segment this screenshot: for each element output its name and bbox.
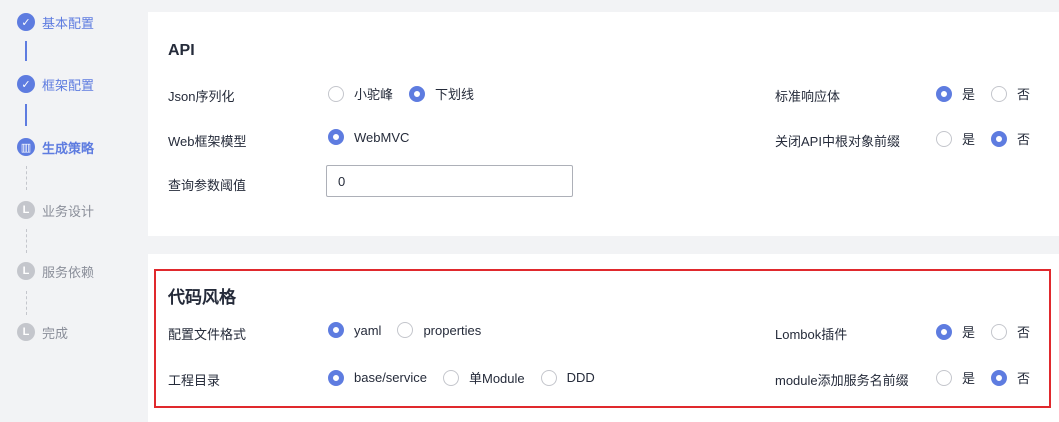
radio-circle[interactable] xyxy=(409,85,426,102)
step-generation-strategy[interactable]: ▥ 生成策略 xyxy=(17,137,94,157)
radio-circle[interactable] xyxy=(991,85,1008,102)
close-root-prefix-label: 关闭API中根对象前缀 xyxy=(775,134,900,149)
step-service-dependency[interactable]: L 服务依赖 xyxy=(17,261,94,281)
radio-circle[interactable] xyxy=(936,130,952,147)
step-label: 完成 xyxy=(42,325,69,341)
strategy-icon: ▥ xyxy=(17,138,35,156)
section-title-api: API xyxy=(168,42,195,59)
web-framework-radio-group: WebMVC xyxy=(328,129,425,145)
step-label: 服务依赖 xyxy=(42,264,95,280)
step-connector xyxy=(25,41,27,61)
step-basic-config[interactable]: ✓ 基本配置 xyxy=(17,12,94,32)
close-root-prefix-radio-group: 是 否 xyxy=(936,129,1046,148)
step-finish[interactable]: L 完成 xyxy=(17,322,68,342)
check-icon: ✓ xyxy=(17,75,35,93)
step-icon: L xyxy=(17,323,35,341)
json-option-underscore[interactable]: 下划线 xyxy=(409,84,474,103)
std-option-yes[interactable]: 是 xyxy=(936,84,975,103)
radio-circle[interactable] xyxy=(936,85,952,102)
close-option-no[interactable]: 否 xyxy=(991,129,1030,148)
json-serialization-radio-group: 小驼峰 下划线 xyxy=(328,84,490,103)
standard-response-radio-group: 是 否 xyxy=(936,84,1046,103)
step-icon: L xyxy=(17,262,35,280)
step-framework-config[interactable]: ✓ 框架配置 xyxy=(17,74,94,94)
json-option-camel[interactable]: 小驼峰 xyxy=(328,84,393,103)
step-label: 生成策略 xyxy=(42,140,95,156)
radio-circle[interactable] xyxy=(991,130,1008,147)
step-label: 框架配置 xyxy=(42,77,95,93)
json-serialization-label: Json序列化 xyxy=(168,89,235,104)
step-label: 基本配置 xyxy=(42,15,95,31)
radio-circle[interactable] xyxy=(328,129,344,145)
web-framework-label: Web框架模型 xyxy=(168,134,247,149)
api-panel: API Json序列化 小驼峰 下划线 Web框架模型 WebMVC 查询参数阈… xyxy=(148,12,1059,236)
step-connector xyxy=(25,104,27,126)
query-threshold-label: 查询参数阈值 xyxy=(168,178,247,193)
step-business-design[interactable]: L 业务设计 xyxy=(17,200,94,220)
check-icon: ✓ xyxy=(17,13,35,31)
step-connector xyxy=(26,291,27,315)
step-icon: L xyxy=(17,201,35,219)
step-connector xyxy=(26,166,27,190)
web-option-webmvc[interactable]: WebMVC xyxy=(328,129,409,145)
step-connector xyxy=(26,229,27,253)
step-label: 业务设计 xyxy=(42,203,95,219)
wizard-stepper: ✓ 基本配置 ✓ 框架配置 ▥ 生成策略 L 业务设计 L 服务依赖 L 完成 xyxy=(0,0,148,422)
query-threshold-input[interactable] xyxy=(326,165,573,197)
std-option-no[interactable]: 否 xyxy=(991,84,1030,103)
annotation-highlight-box xyxy=(154,269,1051,408)
close-option-yes[interactable]: 是 xyxy=(936,129,975,148)
radio-circle[interactable] xyxy=(328,85,344,102)
standard-response-label: 标准响应体 xyxy=(775,89,841,104)
